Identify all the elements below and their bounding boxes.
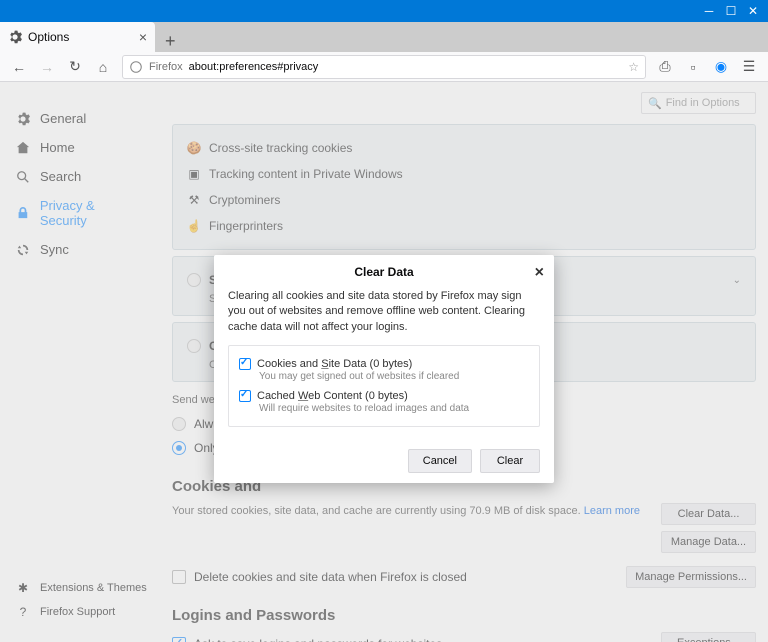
reload-button[interactable]: ↻ (62, 55, 88, 79)
dialog-opt-cache[interactable]: Cached Web Content (0 bytes) Will requir… (239, 386, 529, 418)
whatsnew-icon[interactable]: ◉ (708, 55, 734, 79)
dialog-description: Clearing all cookies and site data store… (228, 289, 540, 335)
home-button[interactable]: ⌂ (90, 55, 116, 79)
dialog-opt-cookies[interactable]: Cookies and Site Data (0 bytes) You may … (239, 354, 529, 386)
dialog-title: Clear Data × (214, 255, 554, 289)
url-path: about:preferences#privacy (189, 61, 319, 73)
firefox-icon (129, 60, 143, 74)
dialog-clear-button[interactable]: Clear (480, 449, 540, 473)
dialog-options: Cookies and Site Data (0 bytes) You may … (228, 345, 540, 427)
tab-close-icon[interactable]: × (139, 29, 147, 45)
url-bar[interactable]: Firefox about:preferences#privacy ☆ (122, 55, 646, 79)
checkbox-cookies[interactable] (239, 358, 251, 370)
window-minimize[interactable]: ─ (698, 0, 720, 22)
dialog-close-button[interactable]: × (535, 264, 544, 282)
app-menu-button[interactable]: ☰ (736, 55, 762, 79)
window-close[interactable]: ✕ (742, 0, 764, 22)
window-titlebar: ─ ☐ ✕ (0, 0, 768, 22)
library-icon[interactable]: ⎙ (652, 55, 678, 79)
opt-cache-sub: Will require websites to reload images a… (239, 403, 529, 414)
clear-data-dialog: Clear Data × Clearing all cookies and si… (214, 255, 554, 483)
tab-bar: Options × + (0, 22, 768, 52)
window-maximize[interactable]: ☐ (720, 0, 742, 22)
sidebar-toggle-icon[interactable]: ▫ (680, 55, 706, 79)
checkbox-cache[interactable] (239, 390, 251, 402)
navbar: ← → ↻ ⌂ Firefox about:preferences#privac… (0, 52, 768, 82)
tab-options[interactable]: Options × (0, 22, 155, 52)
gear-icon (8, 30, 22, 44)
tab-title: Options (28, 30, 69, 44)
url-host: Firefox (149, 61, 183, 73)
opt-cookies-sub: You may get signed out of websites if cl… (239, 371, 529, 382)
dialog-cancel-button[interactable]: Cancel (408, 449, 472, 473)
back-button[interactable]: ← (6, 55, 32, 79)
new-tab-button[interactable]: + (155, 31, 186, 52)
forward-button[interactable]: → (34, 55, 60, 79)
bookmark-star-icon[interactable]: ☆ (628, 60, 639, 74)
